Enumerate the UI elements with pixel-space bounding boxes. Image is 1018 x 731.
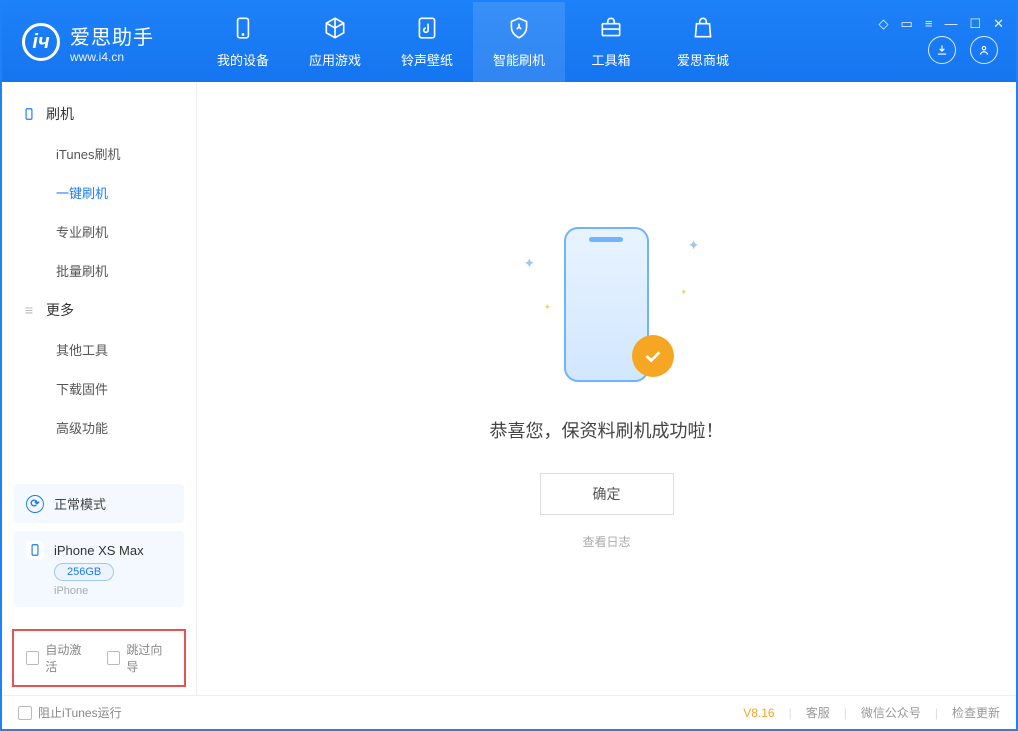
main-content: ✦✦✦✦ 恭喜您，保资料刷机成功啦！ 确定 查看日志 [197,82,1016,695]
confirm-button[interactable]: 确定 [540,473,674,515]
nav-item-toolbox[interactable]: 工具箱 [565,2,657,82]
minimize-icon[interactable]: ― [944,16,957,32]
download-icon[interactable] [928,36,956,64]
wear-icon[interactable]: ◇ [879,16,889,32]
close-icon[interactable]: ✕ [993,16,1004,32]
view-log-link[interactable]: 查看日志 [582,533,630,550]
logo-icon: iч [22,23,60,61]
nav-item-device[interactable]: 我的设备 [197,2,289,82]
sidebar-category-more: ≡ 更多 [2,290,196,330]
list-icon[interactable]: ≡ [925,16,933,32]
success-illustration: ✦✦✦✦ [542,227,672,387]
device-card[interactable]: iPhone XS Max 256GB iPhone [14,531,184,607]
app-url: www.i4.cn [70,50,154,64]
sidebar-category-flash: 刷机 [2,94,196,134]
window-controls: ◇ ▭ ≡ ― ☐ ✕ [879,16,1004,32]
storage-pill: 256GB [54,563,114,581]
logo: iч 爱思助手 www.i4.cn [2,2,197,82]
nav-item-shield[interactable]: 智能刷机 [473,2,565,82]
shield-icon [506,15,532,44]
header-bar: iч 爱思助手 www.i4.cn 我的设备应用游戏铃声壁纸智能刷机工具箱爱思商… [2,2,1016,82]
top-nav: 我的设备应用游戏铃声壁纸智能刷机工具箱爱思商城 [197,2,749,82]
toolbox-icon [598,15,624,44]
device-icon [230,15,256,44]
device-icon [26,541,44,559]
bag-icon [690,15,716,44]
app-window: iч 爱思助手 www.i4.cn 我的设备应用游戏铃声壁纸智能刷机工具箱爱思商… [0,0,1018,731]
version-label: V8.16 [743,706,774,720]
status-bar: 阻止iTunes运行 V8.16 | 客服 | 微信公众号 | 检查更新 [2,695,1016,729]
nav-item-music[interactable]: 铃声壁纸 [381,2,473,82]
success-message: 恭喜您，保资料刷机成功啦！ [490,417,724,443]
footer-link-update[interactable]: 检查更新 [952,704,1000,721]
body: 刷机 iTunes刷机一键刷机专业刷机批量刷机 ≡ 更多 其他工具下载固件高级功… [2,82,1016,695]
block-itunes-checkbox[interactable]: 阻止iTunes运行 [18,704,122,721]
music-icon [414,15,440,44]
sidebar-item[interactable]: 专业刷机 [2,212,196,251]
user-icon[interactable] [970,36,998,64]
footer-link-support[interactable]: 客服 [806,704,830,721]
cube-icon [322,15,348,44]
nav-item-bag[interactable]: 爱思商城 [657,2,749,82]
flash-options-highlight: 自动激活 跳过向导 [12,629,186,687]
maximize-icon[interactable]: ☐ [969,16,981,32]
sidebar-item[interactable]: iTunes刷机 [2,134,196,173]
sidebar-item[interactable]: 下载固件 [2,369,196,408]
phone-icon [22,107,36,121]
mode-icon: ⟳ [26,495,44,513]
more-icon: ≡ [22,303,36,317]
sidebar: 刷机 iTunes刷机一键刷机专业刷机批量刷机 ≡ 更多 其他工具下载固件高级功… [2,82,197,695]
sidebar-item[interactable]: 一键刷机 [2,173,196,212]
mode-card[interactable]: ⟳ 正常模式 [14,484,184,523]
check-badge-icon [632,335,674,377]
sidebar-item[interactable]: 其他工具 [2,330,196,369]
app-name: 爱思助手 [70,21,154,50]
device-panel: ⟳ 正常模式 iPhone XS Max 256GB iPhone [2,474,196,625]
sidebar-item[interactable]: 高级功能 [2,408,196,447]
footer-link-wechat[interactable]: 微信公众号 [861,704,921,721]
skip-guide-checkbox[interactable]: 跳过向导 [107,641,172,675]
auto-activate-checkbox[interactable]: 自动激活 [26,641,91,675]
menu-icon[interactable]: ▭ [901,16,913,32]
nav-item-cube[interactable]: 应用游戏 [289,2,381,82]
sidebar-item[interactable]: 批量刷机 [2,251,196,290]
